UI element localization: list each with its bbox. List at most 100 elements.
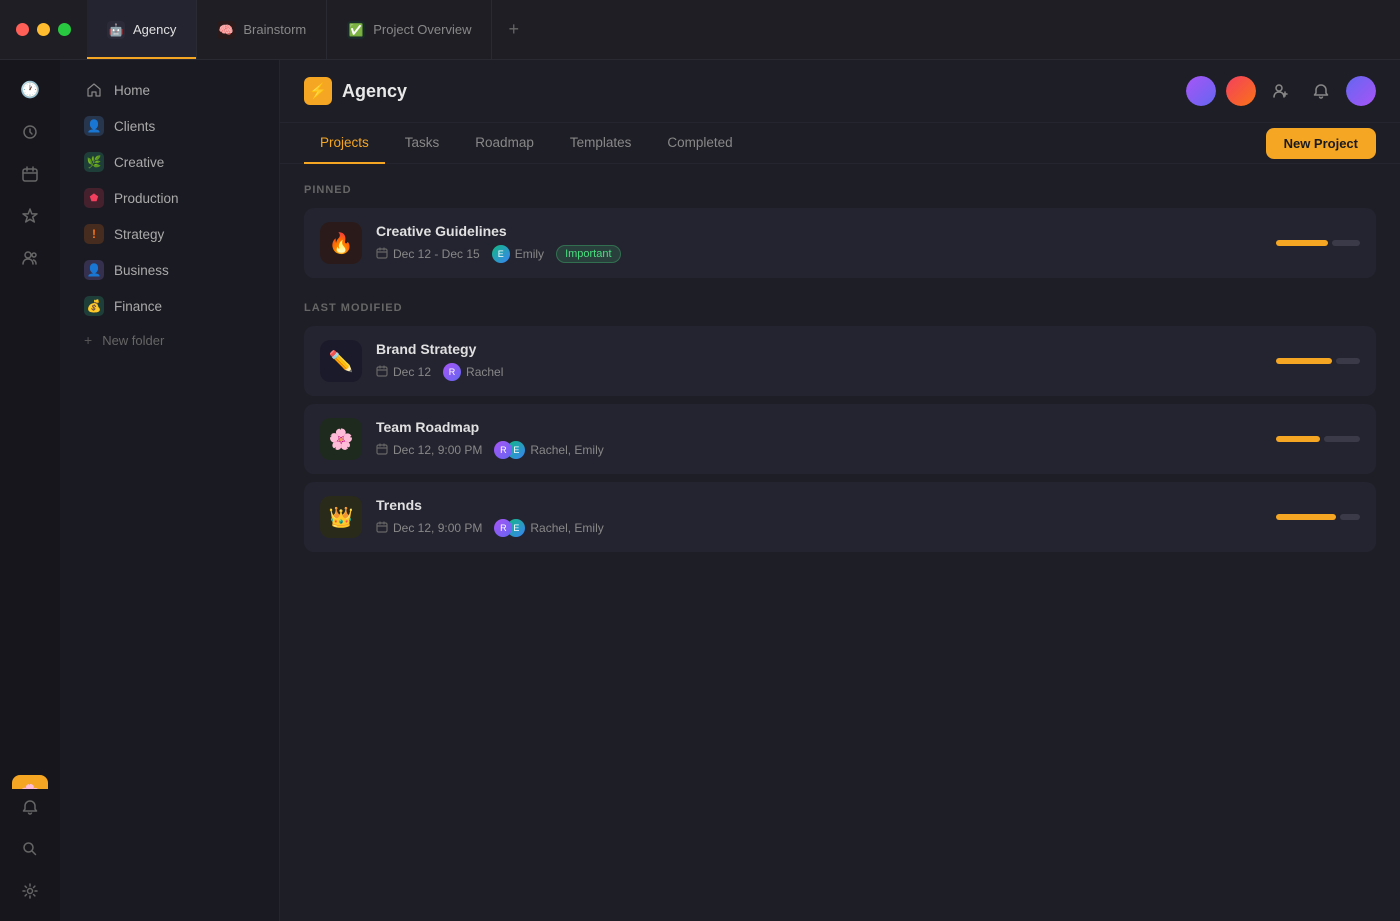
trends-name: Trends xyxy=(376,497,1256,513)
brand-strategy-icon: ✏️ xyxy=(320,340,362,382)
finance-icon: 💰 xyxy=(84,296,104,316)
assignee-name: Emily xyxy=(515,247,544,261)
notifications-button[interactable] xyxy=(1306,76,1336,106)
last-modified-section: LAST MODIFIED ✏️ Brand Strategy xyxy=(304,302,1376,552)
avatar-1 xyxy=(1186,76,1216,106)
trends-calendar-icon xyxy=(376,521,388,536)
trends-progress xyxy=(1256,514,1360,520)
progress-empty xyxy=(1324,436,1360,442)
icon-bar-people[interactable] xyxy=(12,240,48,276)
team-roadmap-name: Team Roadmap xyxy=(376,419,1256,435)
nav-tab-templates[interactable]: Templates xyxy=(554,123,648,164)
pinned-section: PINNED 🔥 Creative Guidelines xyxy=(304,184,1376,278)
sidebar-label-creative: Creative xyxy=(114,155,164,170)
titlebar: 🤖 Agency 🧠 Brainstorm ✅ Project Overview… xyxy=(0,0,1400,60)
team-roadmap-meta: Dec 12, 9:00 PM R E Rachel, Emily xyxy=(376,441,1256,459)
sidebar-label-clients: Clients xyxy=(114,119,155,134)
project-item-team-roadmap[interactable]: 🌸 Team Roadmap Dec xyxy=(304,404,1376,474)
creative-guidelines-meta: Dec 12 - Dec 15 E Emily Important xyxy=(376,245,1256,263)
sidebar-item-home[interactable]: Home xyxy=(68,72,271,108)
team-roadmap-progress xyxy=(1256,436,1360,442)
date-range-text: Dec 12 - Dec 15 xyxy=(393,247,480,261)
progress-empty xyxy=(1336,358,1360,364)
rachel-avatar-brand: R xyxy=(443,363,461,381)
content-title: ⚡ Agency xyxy=(304,77,407,105)
calendar-meta-icon xyxy=(376,247,388,262)
trends-meta: Dec 12, 9:00 PM R E Rachel, Emily xyxy=(376,519,1256,537)
icon-bar-activity[interactable] xyxy=(12,114,48,150)
projects-content: PINNED 🔥 Creative Guidelines xyxy=(280,164,1400,921)
sidebar-item-business[interactable]: 👤 Business xyxy=(68,252,271,288)
sidebar-label-finance: Finance xyxy=(114,299,162,314)
avatar-img-2 xyxy=(1226,76,1256,106)
sidebar-item-clients[interactable]: 👤 Clients xyxy=(68,108,271,144)
creative-guidelines-name: Creative Guidelines xyxy=(376,223,1256,239)
sidebar-item-strategy[interactable]: ! Strategy xyxy=(68,216,271,252)
agency-tab-icon: 🤖 xyxy=(107,21,125,39)
overview-tab-icon: ✅ xyxy=(347,21,365,39)
brand-strategy-info: Brand Strategy Dec 12 xyxy=(376,341,1256,381)
content-area: ⚡ Agency xyxy=(280,60,1400,921)
tab-agency[interactable]: 🤖 Agency xyxy=(87,0,197,59)
agency-tab-label: Agency xyxy=(133,22,176,37)
close-button[interactable] xyxy=(16,23,29,36)
home-icon xyxy=(84,80,104,100)
trends-assignees-item: R E Rachel, Emily xyxy=(494,519,603,537)
minimize-button[interactable] xyxy=(37,23,50,36)
new-folder-button[interactable]: + New folder xyxy=(68,324,271,356)
nav-tabs: Projects Tasks Roadmap Templates Complet… xyxy=(280,123,1400,164)
overview-tab-label: Project Overview xyxy=(373,22,471,37)
tab-project-overview[interactable]: ✅ Project Overview xyxy=(327,0,492,59)
nav-tab-projects[interactable]: Projects xyxy=(304,123,385,164)
project-item-trends[interactable]: 👑 Trends Dec 12, 9 xyxy=(304,482,1376,552)
project-item-brand-strategy[interactable]: ✏️ Brand Strategy D xyxy=(304,326,1376,396)
clients-icon: 👤 xyxy=(84,116,104,136)
production-icon: ⬟ xyxy=(84,188,104,208)
brand-strategy-meta: Dec 12 R Rachel xyxy=(376,363,1256,381)
sidebar-label-production: Production xyxy=(114,191,179,206)
sidebar-item-creative[interactable]: 🌿 Creative xyxy=(68,144,271,180)
add-tab-button[interactable]: + xyxy=(492,0,535,59)
icon-bar-calendar[interactable] xyxy=(12,156,48,192)
tab-brainstorm[interactable]: 🧠 Brainstorm xyxy=(197,0,327,59)
new-project-button[interactable]: New Project xyxy=(1266,128,1376,159)
nav-tab-completed[interactable]: Completed xyxy=(651,123,748,164)
brand-assignee-item: R Rachel xyxy=(443,363,503,381)
icon-bar-search[interactable] xyxy=(12,831,48,867)
new-folder-label: New folder xyxy=(102,333,164,348)
progress-filled xyxy=(1276,358,1332,364)
last-modified-label: LAST MODIFIED xyxy=(304,302,1376,314)
roadmap-assignees-item: R E Rachel, Emily xyxy=(494,441,603,459)
icon-bar-settings[interactable] xyxy=(12,873,48,909)
roadmap-date-text: Dec 12, 9:00 PM xyxy=(393,443,482,457)
roadmap-date-item: Dec 12, 9:00 PM xyxy=(376,443,482,458)
brand-strategy-name: Brand Strategy xyxy=(376,341,1256,357)
brand-calendar-icon xyxy=(376,365,388,380)
icon-bar-clock[interactable]: 🕐 xyxy=(12,72,48,108)
add-member-button[interactable] xyxy=(1266,76,1296,106)
sidebar: Home 👤 Clients 🌿 Creative ⬟ Production !… xyxy=(60,60,280,921)
important-tag: Important xyxy=(556,245,620,263)
content-header: ⚡ Agency xyxy=(280,60,1400,123)
progress-filled xyxy=(1276,514,1336,520)
sidebar-item-production[interactable]: ⬟ Production xyxy=(68,180,271,216)
trends-icon: 👑 xyxy=(320,496,362,538)
trends-assignees-names: Rachel, Emily xyxy=(530,521,603,535)
emily-avatar: E xyxy=(492,245,510,263)
main-layout: 🕐 🌸 xyxy=(0,60,1400,921)
project-item-creative-guidelines[interactable]: 🔥 Creative Guidelines xyxy=(304,208,1376,278)
user-avatar-img xyxy=(1346,76,1376,106)
maximize-button[interactable] xyxy=(58,23,71,36)
icon-bar-star[interactable] xyxy=(12,198,48,234)
brand-date-item: Dec 12 xyxy=(376,365,431,380)
icon-bar-notifications[interactable] xyxy=(12,789,48,825)
sidebar-item-finance[interactable]: 💰 Finance xyxy=(68,288,271,324)
nav-tab-roadmap[interactable]: Roadmap xyxy=(459,123,550,164)
roadmap-assignees-names: Rachel, Emily xyxy=(530,443,603,457)
progress-filled xyxy=(1276,436,1320,442)
brand-strategy-progress xyxy=(1256,358,1360,364)
content-title-icon: ⚡ xyxy=(304,77,332,105)
user-avatar[interactable] xyxy=(1346,76,1376,106)
brainstorm-tab-label: Brainstorm xyxy=(243,22,306,37)
nav-tab-tasks[interactable]: Tasks xyxy=(389,123,456,164)
